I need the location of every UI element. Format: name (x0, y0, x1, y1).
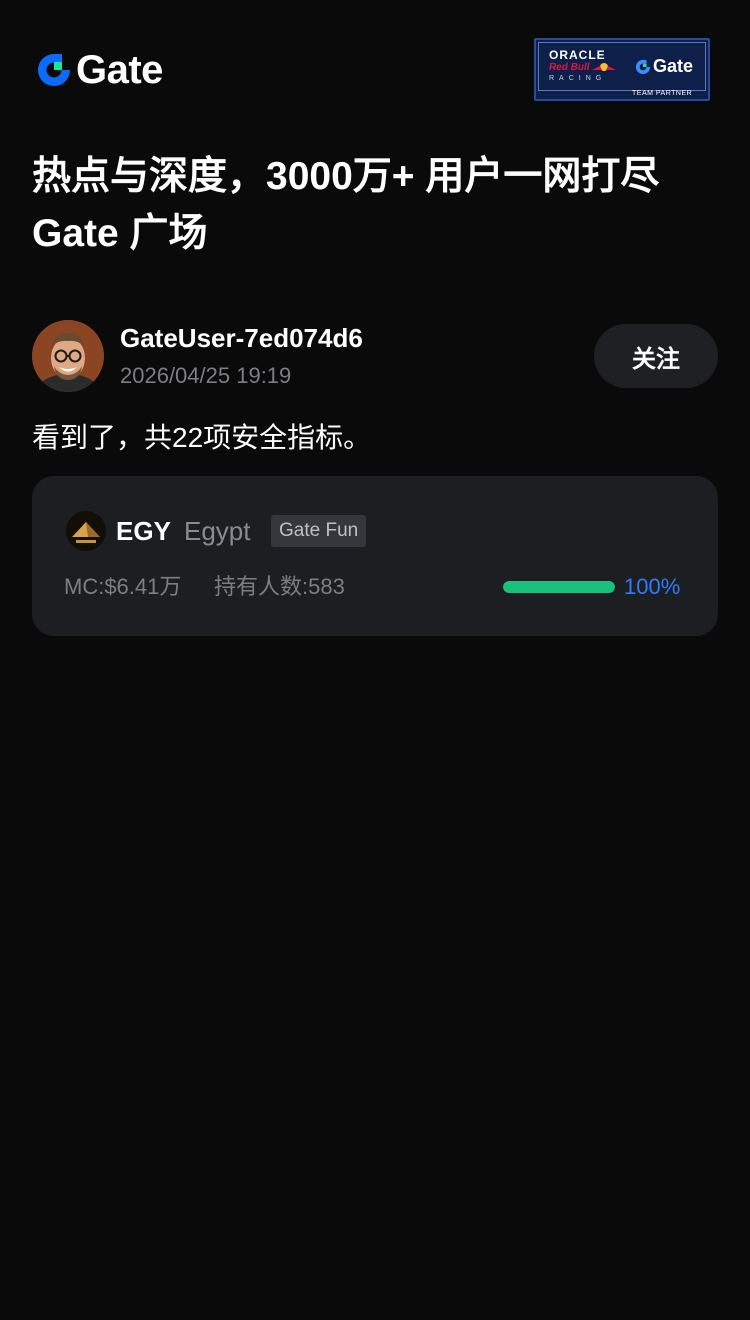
partner-racing-text: RACING (549, 75, 607, 82)
token-name: Egypt (184, 516, 251, 546)
redbull-partner-banner: ORACLE Red Bull RACING Gate TEAM PARTNER (534, 38, 710, 101)
partner-tag: TEAM PARTNER (632, 90, 693, 97)
token-holders: 持有人数:583 (214, 574, 345, 599)
gate-logo[interactable]: Gate (36, 50, 163, 90)
token-card[interactable]: EGY Egypt Gate Fun MC:$6.41万 持有人数:583 10… (32, 476, 718, 636)
token-progress-bar (503, 581, 615, 593)
avatar[interactable] (32, 320, 104, 392)
token-market-cap: MC:$6.41万 (64, 574, 182, 599)
redbull-bulls-icon (592, 63, 616, 71)
page-headline: 热点与深度，3000万+ 用户一网打尽 Gate 广场 (32, 148, 722, 262)
post-timestamp: 2026/04/25 19:19 (120, 363, 292, 388)
partner-gate-logo: Gate (635, 56, 693, 77)
pyramid-token-icon (66, 511, 106, 551)
header: Gate ORACLE Red Bull RACING Gate TEAM PA… (0, 0, 750, 120)
token-progress-label: 100% (624, 574, 681, 599)
gate-logo-icon (38, 54, 70, 86)
partner-redbull-text: Red Bull (549, 62, 590, 73)
headline-line-1: 热点与深度，3000万+ 用户一网打尽 (32, 155, 660, 198)
partner-frame: ORACLE Red Bull RACING Gate (538, 42, 706, 91)
gate-logo-small-icon (635, 59, 651, 74)
pyramid-icon (66, 511, 106, 551)
follow-button[interactable]: 关注 (594, 324, 718, 388)
partner-oracle-text: ORACLE (549, 48, 606, 62)
partner-gate-text: Gate (653, 56, 694, 76)
logo-text: Gate (76, 48, 163, 92)
token-progress-fill (503, 581, 615, 593)
post-body: 看到了，共22项安全指标。 (32, 422, 372, 453)
token-symbol: EGY (116, 516, 171, 546)
page: Gate ORACLE Red Bull RACING Gate TEAM PA… (0, 0, 750, 1320)
headline-line-2: Gate 广场 (32, 212, 208, 255)
token-badge: Gate Fun (271, 515, 367, 547)
post-author-name[interactable]: GateUser-7ed074d6 (120, 320, 363, 356)
user-avatar (32, 320, 104, 392)
